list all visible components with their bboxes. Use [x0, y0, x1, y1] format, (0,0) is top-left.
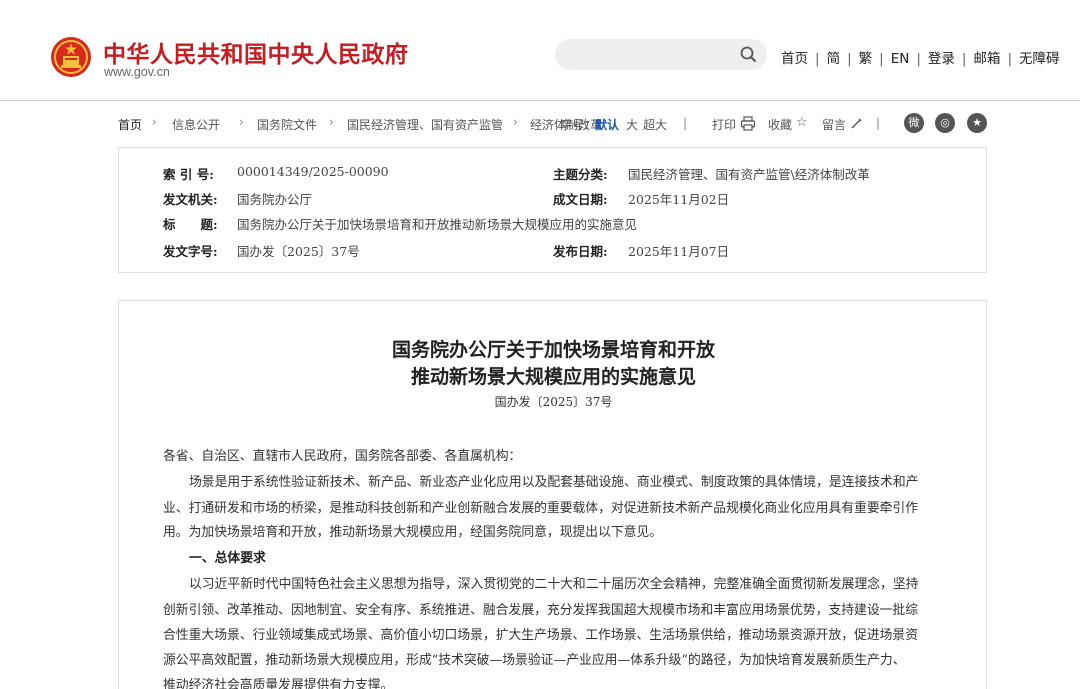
nav-separator: |	[1007, 51, 1013, 67]
site-domain: www.gov.cn	[104, 65, 170, 79]
paragraph-line: 用。为加快场景培育和开放，推动新场景大规模应用，经国务院同意，现提出以下意见。	[163, 525, 663, 540]
index-value: 000014349/2025-00090	[237, 164, 389, 179]
breadcrumb: 首页 › 信息公开 › 国务院文件 › 国民经济管理、国有资产监管 › 经济体制…	[118, 113, 988, 135]
paragraph-line: 创新引领、改革推动、因地制宜、安全有序、系统推进、融合发展，充分发挥我国超大规模…	[163, 603, 919, 618]
nav-login[interactable]: 登录	[928, 51, 955, 67]
issuer-label: 发文机关:	[163, 192, 218, 207]
breadcrumb-info-public[interactable]: 信息公开	[172, 116, 220, 133]
written-date-label: 成文日期:	[553, 192, 608, 207]
paragraph-line: 业、打通研发和市场的桥梁，是推动科技创新和产业创新融合发展的重要载体，对促进新技…	[163, 501, 919, 516]
search-input[interactable]	[555, 39, 767, 70]
nav-home[interactable]: 首页	[781, 51, 808, 67]
nav-separator: |	[815, 51, 820, 67]
chevron-right-icon: ›	[329, 115, 334, 129]
breadcrumb-state-council-docs[interactable]: 国务院文件	[257, 116, 317, 133]
chevron-right-icon: ›	[152, 115, 157, 129]
index-label: 索 引 号:	[163, 167, 214, 182]
nav-separator: |	[847, 51, 852, 67]
print-icon[interactable]	[740, 116, 756, 131]
paragraph-line: 以习近平新时代中国特色社会主义思想为指导，深入贯彻党的二十大和二十届历次全会精神…	[189, 577, 919, 592]
font-size-label: 字号：	[560, 118, 597, 132]
title-value: 国务院办公厅关于加快场景培育和开放推动新场景大规模应用的实施意见	[237, 217, 638, 232]
nav-separator: |	[961, 51, 967, 67]
national-emblem-icon[interactable]	[50, 35, 92, 79]
pencil-icon[interactable]	[850, 117, 863, 130]
star-icon[interactable]: ☆	[796, 115, 808, 130]
nav-simplified[interactable]: 简	[827, 51, 841, 67]
print-button[interactable]: 打印	[712, 116, 736, 133]
article-body: 国务院办公厅关于加快场景培育和开放 推动新场景大规模应用的实施意见 国办发〔20…	[118, 300, 987, 689]
docno-label: 发文字号:	[163, 244, 218, 259]
chevron-right-icon: ›	[513, 115, 518, 129]
weibo-icon[interactable]: 微	[904, 113, 924, 133]
chevron-right-icon: ›	[239, 115, 244, 129]
article-title-line-1: 国务院办公厅关于加快场景培育和开放	[391, 339, 715, 361]
topic-label: 主题分类:	[553, 167, 608, 182]
salutation: 各省、自治区、直辖市人民政府，国务院各部委、各直属机构：	[163, 449, 522, 464]
title-label: 标 题:	[163, 217, 218, 232]
nav-separator: |	[916, 51, 921, 67]
site-title[interactable]: 中华人民共和国中央人民政府	[103, 35, 409, 69]
paragraph-line: 推动经济社会高质量发展提供有力支撑。	[163, 678, 394, 689]
nav-accessibility[interactable]: 无障碍	[1019, 51, 1060, 67]
nav-english[interactable]: EN	[891, 51, 910, 67]
article-title-line-2: 推动新场景大规模应用的实施意见	[410, 366, 696, 388]
paragraph-line: 合性重大场景、行业领域集成式场景、高价值小切口场景，扩大生产场景、工作场景、生活…	[163, 628, 919, 643]
written-date-value: 2025年11月02日	[628, 192, 730, 207]
issuer-value: 国务院办公厅	[237, 192, 313, 207]
font-size-xlarge[interactable]: 超大	[643, 116, 667, 133]
favorite-button[interactable]: 收藏	[768, 116, 792, 133]
published-date-value: 2025年11月07日	[628, 244, 730, 259]
breadcrumb-economy-management[interactable]: 国民经济管理、国有资产监管	[347, 116, 503, 133]
docno-value: 国办发〔2025〕37号	[237, 244, 360, 259]
search-icon[interactable]	[740, 46, 757, 63]
wechat-icon[interactable]: ◎	[935, 113, 955, 133]
qzone-icon[interactable]: ★	[967, 113, 987, 133]
published-date-label: 发布日期:	[553, 244, 608, 259]
toolbar-separator: |	[876, 116, 881, 130]
section-heading: 一、总体要求	[189, 551, 266, 566]
comment-button[interactable]: 留言	[822, 116, 846, 133]
nav-separator: |	[879, 51, 884, 67]
nav-traditional[interactable]: 繁	[859, 51, 873, 67]
paragraph-line: 源公平高效配置，推动新场景大规模应用，形成“技术突破—场景验证—产业应用—体系升…	[163, 653, 906, 668]
site-header: 中华人民共和国中央人民政府 www.gov.cn 首页 | 简 | 繁 | EN | 登录 | 邮箱…	[0, 0, 1080, 101]
article-doc-number: 国办发〔2025〕37号	[494, 395, 613, 409]
toolbar-separator: |	[683, 116, 688, 130]
font-size-large[interactable]: 大	[626, 116, 638, 133]
paragraph-line: 场景是用于系统性验证新技术、新产品、新业态产业化应用以及配套基础设施、商业模式、…	[189, 475, 919, 490]
breadcrumb-home[interactable]: 首页	[118, 116, 142, 133]
top-nav: 首页 | 简 | 繁 | EN | 登录 | 邮箱 | 无障碍	[781, 47, 1060, 67]
document-metadata: 索 引 号: 000014349/2025-00090 主题分类: 国民经济管理…	[118, 147, 987, 273]
font-size-default[interactable]: 默认	[595, 116, 619, 133]
topic-value: 国民经济管理、国有资产监管\经济体制改革	[628, 167, 870, 182]
nav-mailbox[interactable]: 邮箱	[973, 51, 1000, 67]
